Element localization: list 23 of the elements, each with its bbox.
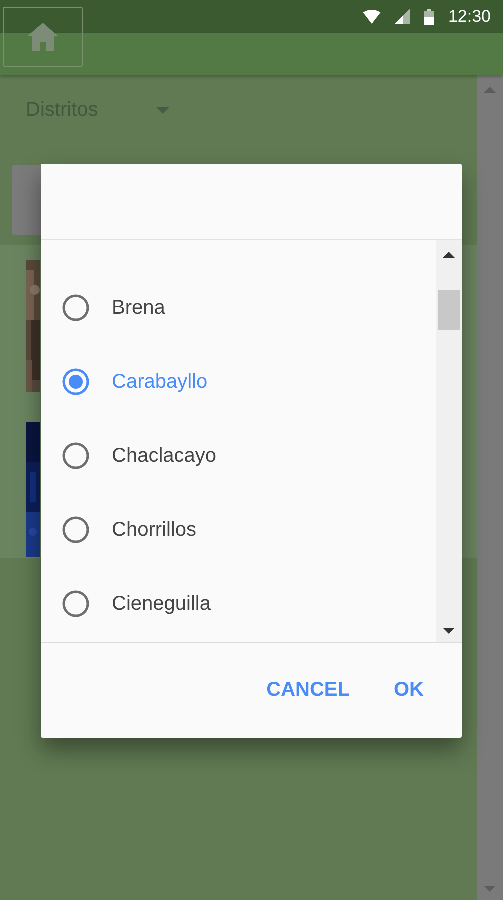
radio-option[interactable]: Brena — [41, 271, 436, 345]
wifi-icon — [363, 10, 382, 24]
radio-button[interactable] — [62, 294, 90, 322]
status-time: 12:30 — [448, 6, 491, 26]
radio-button[interactable] — [62, 516, 90, 544]
battery-icon — [424, 8, 434, 24]
option-label: Chorrillos — [112, 518, 196, 542]
signal-icon — [395, 9, 410, 24]
option-label: Brena — [112, 296, 166, 320]
radio-option[interactable]: Chorrillos — [41, 493, 436, 567]
radio-button[interactable] — [62, 442, 90, 470]
scroll-up-icon[interactable] — [443, 252, 455, 258]
scroll-thumb[interactable] — [438, 290, 460, 330]
radio-option[interactable]: Chaclacayo — [41, 419, 436, 493]
caret-icon — [156, 107, 170, 114]
option-label: Carabayllo — [112, 370, 208, 394]
home-icon — [28, 23, 58, 51]
radio-option[interactable]: Cieneguilla — [41, 567, 436, 641]
option-label: Chaclacayo — [112, 444, 217, 468]
option-label: Cieneguilla — [112, 592, 211, 616]
radio-button[interactable] — [62, 368, 90, 396]
radio-button[interactable] — [62, 590, 90, 618]
scroll-down-icon[interactable] — [443, 628, 455, 634]
